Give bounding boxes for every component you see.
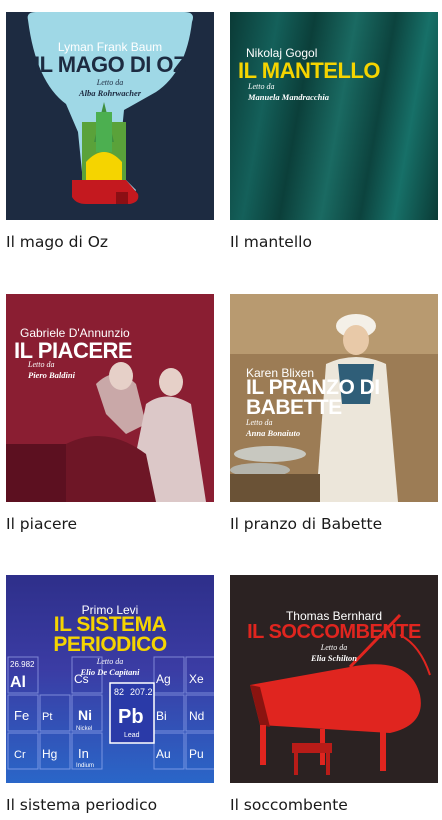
book-cover[interactable]: Karen Blixen IL PRANZO DI BABETTE Letto d… bbox=[230, 294, 438, 502]
svg-text:Cr: Cr bbox=[14, 749, 26, 761]
cover-reader: Letto da Manuela Mandracchia bbox=[248, 82, 329, 102]
svg-text:Pu: Pu bbox=[189, 747, 204, 761]
svg-text:Nd: Nd bbox=[189, 709, 204, 723]
cover-title: IL MANTELLO bbox=[238, 58, 380, 83]
book-title[interactable]: Il mantello bbox=[230, 233, 312, 251]
book-title[interactable]: Il piacere bbox=[6, 515, 77, 533]
svg-text:Fe: Fe bbox=[14, 708, 29, 723]
svg-text:Bi: Bi bbox=[156, 709, 167, 723]
book-title[interactable]: Il sistema periodico bbox=[6, 796, 157, 814]
svg-text:207.2: 207.2 bbox=[130, 687, 153, 697]
svg-text:Hg: Hg bbox=[42, 747, 57, 761]
svg-text:82: 82 bbox=[114, 687, 124, 697]
cover-reader: Letto da Alba Rohrwacher bbox=[78, 78, 142, 98]
book-title[interactable]: Il soccombente bbox=[230, 796, 348, 814]
book-cover[interactable]: Gabriele D'Annunzio IL PIACERE Letto da … bbox=[6, 294, 214, 502]
book-title[interactable]: Il mago di Oz bbox=[6, 233, 108, 251]
cover-title: IL SOCCOMBENTE bbox=[247, 621, 421, 643]
book-title[interactable]: Il pranzo di Babette bbox=[230, 515, 382, 533]
book-cover[interactable]: Lyman Frank Baum IL MAGO DI OZ Letto da … bbox=[6, 12, 214, 220]
book-cover[interactable]: 26.982 Al Fe Pt Ni Nickel In Indium Hg C… bbox=[6, 575, 214, 783]
cover-title: IL PRANZO DI BABETTE bbox=[246, 376, 380, 419]
book-cover[interactable]: Thomas Bernhard IL SOCCOMBENTE Letto da … bbox=[230, 575, 438, 783]
cover-reader: Letto da Elio De Capitani bbox=[80, 657, 140, 677]
cover-reader: Letto da Elia Schilton bbox=[310, 643, 358, 663]
cover-title: IL SISTEMA PERIODICO bbox=[53, 613, 167, 656]
svg-text:Pb: Pb bbox=[118, 706, 144, 728]
cover-title: IL MAGO DI OZ bbox=[34, 52, 186, 77]
svg-text:Ni: Ni bbox=[78, 707, 92, 723]
book-cover[interactable]: Nikolaj Gogol IL MANTELLO Letto da Manue… bbox=[230, 12, 438, 220]
svg-text:In: In bbox=[78, 746, 89, 761]
svg-text:Pt: Pt bbox=[42, 711, 52, 723]
svg-text:Nickel: Nickel bbox=[76, 726, 92, 732]
svg-text:Indium: Indium bbox=[76, 763, 94, 769]
cover-reader: Letto da Anna Bonaiuto bbox=[246, 418, 301, 438]
svg-text:Au: Au bbox=[156, 747, 171, 761]
cover-reader: Letto da Piero Baldini bbox=[28, 360, 75, 380]
piano-illustration bbox=[250, 613, 431, 775]
svg-text:Lead: Lead bbox=[124, 732, 140, 739]
